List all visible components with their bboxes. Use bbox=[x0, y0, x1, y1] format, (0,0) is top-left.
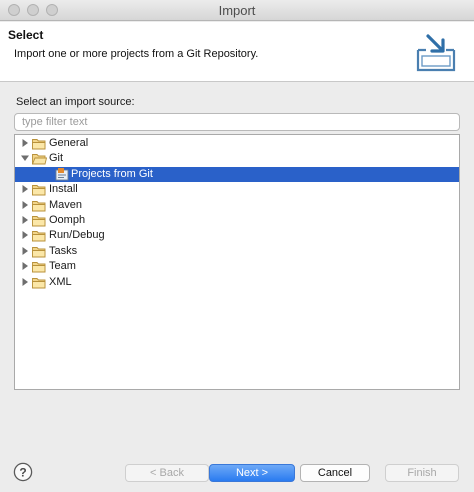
button-bar: ? < Back Next > Cancel Finish bbox=[0, 452, 474, 492]
collapsed-arrow-icon[interactable] bbox=[21, 185, 29, 194]
tree-item-label: Projects from Git bbox=[71, 167, 153, 180]
tree-item-label: Run/Debug bbox=[49, 229, 105, 242]
folder-icon bbox=[32, 216, 46, 227]
tree-item-maven[interactable]: Maven bbox=[15, 198, 459, 213]
tree-item-tasks[interactable]: Tasks bbox=[15, 244, 459, 259]
page-description: Import one or more projects from a Git R… bbox=[14, 48, 259, 60]
folder-icon bbox=[32, 154, 47, 165]
cancel-button[interactable]: Cancel bbox=[300, 464, 370, 482]
help-icon[interactable]: ? bbox=[13, 462, 33, 482]
title-bar[interactable]: Import bbox=[0, 0, 474, 21]
tree-item-oomph[interactable]: Oomph bbox=[15, 213, 459, 228]
tree-item-label: XML bbox=[49, 275, 72, 288]
next-button[interactable]: Next > bbox=[209, 464, 295, 482]
tree-item-general[interactable]: General bbox=[15, 136, 459, 151]
tree-item-xml[interactable]: XML bbox=[15, 275, 459, 290]
tree-item-install[interactable]: Install bbox=[15, 182, 459, 197]
tree-item-team[interactable]: Team bbox=[15, 259, 459, 274]
git-project-icon bbox=[55, 167, 69, 181]
collapsed-arrow-icon[interactable] bbox=[21, 277, 29, 286]
tree-item-label: Maven bbox=[49, 198, 83, 211]
tree-item-label: General bbox=[49, 137, 89, 149]
tree-item-label: Tasks bbox=[49, 244, 78, 257]
expanded-arrow-icon[interactable] bbox=[21, 154, 29, 162]
collapsed-arrow-icon[interactable] bbox=[21, 216, 29, 224]
folder-icon bbox=[32, 185, 46, 196]
import-icon bbox=[416, 34, 456, 72]
folder-icon bbox=[32, 277, 46, 289]
tree-item-label: Git bbox=[49, 152, 64, 165]
tree-item-label: Install bbox=[49, 183, 78, 196]
folder-icon bbox=[32, 231, 46, 242]
tree-item-projects-from-git[interactable]: Projects from Git bbox=[15, 166, 459, 182]
folder-icon bbox=[32, 200, 46, 212]
finish-button[interactable]: Finish bbox=[385, 464, 459, 482]
wizard-banner: Select Import one or more projects from … bbox=[0, 22, 474, 82]
window-title: Import bbox=[218, 3, 256, 18]
collapsed-arrow-icon[interactable] bbox=[21, 262, 29, 271]
folder-icon bbox=[32, 139, 46, 150]
filter-input[interactable] bbox=[14, 113, 460, 131]
tree-item-run-debug[interactable]: Run/Debug bbox=[15, 228, 459, 243]
tree-item-label: Team bbox=[49, 260, 76, 273]
tree-item-label: Oomph bbox=[49, 214, 86, 226]
folder-icon bbox=[32, 246, 46, 258]
import-dialog: Import Select Import one or more project… bbox=[0, 0, 474, 492]
back-button[interactable]: < Back bbox=[125, 464, 209, 482]
collapsed-arrow-icon[interactable] bbox=[21, 200, 29, 209]
collapsed-arrow-icon[interactable] bbox=[21, 139, 29, 147]
collapsed-arrow-icon[interactable] bbox=[21, 246, 29, 255]
tree-item-git[interactable]: Git bbox=[15, 151, 459, 166]
folder-icon bbox=[32, 262, 46, 273]
page-title: Select bbox=[8, 28, 44, 42]
svg-text:?: ? bbox=[19, 465, 26, 479]
collapsed-arrow-icon[interactable] bbox=[21, 231, 29, 240]
import-source-label: Select an import source: bbox=[16, 96, 135, 108]
import-source-tree[interactable]: General Git Projects from Git Install Maven O… bbox=[14, 134, 460, 390]
